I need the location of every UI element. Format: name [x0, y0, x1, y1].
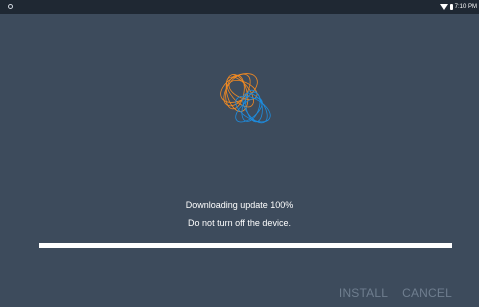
spiral-sphere-logo-icon — [220, 73, 271, 124]
download-progress-fill — [39, 243, 452, 248]
update-dialog: Downloading update 100% Do not turn off … — [0, 14, 479, 307]
download-progress-bar — [39, 243, 452, 248]
dialog-actions: INSTALL CANCEL — [339, 286, 452, 300]
status-right-group: 7:10 PM — [439, 2, 477, 12]
warning-text: Do not turn off the device. — [188, 218, 291, 228]
android-system-icon — [8, 4, 13, 9]
battery-icon — [449, 4, 453, 10]
cancel-button[interactable]: CANCEL — [402, 286, 452, 300]
install-button[interactable]: INSTALL — [339, 286, 388, 300]
status-time: 7:10 PM — [454, 4, 477, 10]
status-bar: 7:10 PM — [0, 0, 479, 14]
download-progress-text: Downloading update 100% — [185, 200, 294, 210]
wifi-icon — [439, 4, 448, 10]
